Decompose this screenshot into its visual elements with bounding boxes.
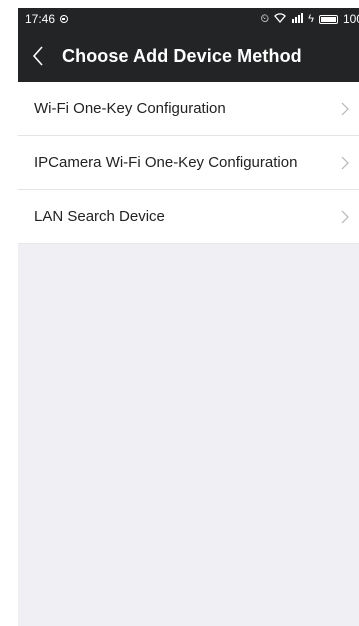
chevron-right-icon	[341, 156, 349, 169]
menu-item-wifi-one-key[interactable]: Wi-Fi One-Key Configuration	[18, 82, 359, 136]
back-button[interactable]	[18, 30, 58, 82]
add-device-method-list: Wi-Fi One-Key Configuration IPCamera Wi-…	[18, 82, 359, 244]
app-screen: 17:46 ⏲ ϟ 100 Choose Add Device Method W…	[18, 8, 359, 626]
status-right: ⏲ ϟ 100	[261, 12, 359, 26]
menu-item-label: IPCamera Wi-Fi One-Key Configuration	[34, 154, 298, 171]
charging-icon: ϟ	[308, 12, 314, 25]
chevron-right-icon	[341, 102, 349, 115]
status-left: 17:46	[25, 12, 69, 26]
menu-item-lan-search[interactable]: LAN Search Device	[18, 190, 359, 244]
navigation-bar: Choose Add Device Method	[18, 30, 359, 82]
wifi-icon	[274, 12, 287, 26]
battery-icon	[318, 14, 338, 24]
page-title: Choose Add Device Method	[62, 45, 302, 66]
chevron-right-icon	[341, 210, 349, 223]
menu-item-label: LAN Search Device	[34, 208, 165, 225]
status-time: 17:46	[25, 12, 56, 26]
notification-icon	[60, 15, 69, 23]
signal-icon	[291, 12, 304, 26]
menu-item-ipcamera-wifi-one-key[interactable]: IPCamera Wi-Fi One-Key Configuration	[18, 136, 359, 190]
battery-level: 100	[342, 12, 359, 26]
menu-item-label: Wi-Fi One-Key Configuration	[34, 100, 226, 117]
chevron-left-icon	[32, 46, 43, 66]
status-bar: 17:46 ⏲ ϟ 100	[18, 8, 359, 30]
alarm-icon: ⏲	[260, 12, 270, 25]
